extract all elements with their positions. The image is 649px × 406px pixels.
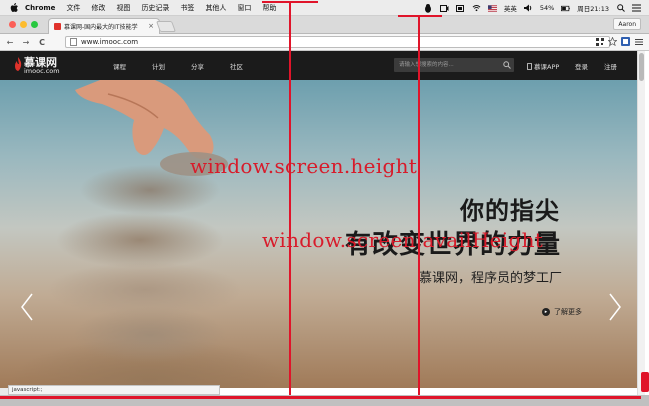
nav-share[interactable]: 分享 xyxy=(191,61,204,71)
menu-history[interactable]: 历史记录 xyxy=(141,3,169,13)
nav-community[interactable]: 社区 xyxy=(230,61,243,71)
logo-text-en: imooc.com xyxy=(24,67,60,75)
app-download-link[interactable]: 慕课APP xyxy=(527,61,559,71)
bottom-bar xyxy=(0,395,649,406)
penguin-icon[interactable] xyxy=(424,3,433,13)
scrollbar-thumb[interactable] xyxy=(639,53,644,81)
extension-icon[interactable] xyxy=(621,37,630,46)
hero-headline-1: 你的指尖 xyxy=(460,197,560,225)
battery-icon[interactable] xyxy=(561,4,571,13)
menu-icon[interactable] xyxy=(634,37,643,46)
spotlight-search-icon[interactable] xyxy=(616,4,625,13)
screen: Chrome 文件 修改 视图 历史记录 书签 其他人 窗口 帮助 英英 54%… xyxy=(0,0,649,406)
menu-help[interactable]: 帮助 xyxy=(262,3,276,13)
menu-edit[interactable]: 修改 xyxy=(91,3,105,13)
close-window-button[interactable] xyxy=(9,21,16,28)
qr-icon[interactable] xyxy=(595,37,604,46)
page-icon xyxy=(70,38,77,46)
menu-people[interactable]: 其他人 xyxy=(205,3,226,13)
site-navbar: 慕课网 imooc.com 课程 计划 分享 社区 请输入想搜索的内容... 慕… xyxy=(0,51,637,80)
next-slide-arrow[interactable] xyxy=(608,292,622,322)
clock[interactable]: 周日21:13 xyxy=(577,3,609,13)
hero-tagline: 慕课网，程序员的梦工厂 xyxy=(419,271,563,286)
prev-slide-arrow[interactable] xyxy=(20,292,34,322)
webpage: 慕课网 imooc.com 课程 计划 分享 社区 请输入想搜索的内容... 慕… xyxy=(0,51,637,388)
flag-icon[interactable] xyxy=(487,4,497,13)
avail-height-label: window.screen.availHeight xyxy=(262,228,544,252)
window-controls xyxy=(9,21,38,28)
screen-height-label: window.screen.height xyxy=(190,154,418,178)
menu-view[interactable]: 视图 xyxy=(116,3,130,13)
menu-chrome[interactable]: Chrome xyxy=(25,4,55,12)
wifi-icon[interactable] xyxy=(472,4,481,13)
avail-height-line xyxy=(418,15,420,399)
tab-title: 慕课网-国内最大的IT技能学 xyxy=(64,24,138,31)
notification-center-icon[interactable] xyxy=(632,4,641,13)
menu-window[interactable]: 窗口 xyxy=(237,3,251,13)
phone-icon xyxy=(527,63,532,70)
menu-file[interactable]: 文件 xyxy=(66,3,80,13)
nav-courses[interactable]: 课程 xyxy=(113,61,126,71)
new-tab-button[interactable] xyxy=(155,21,177,32)
status-bubble: javascript:; xyxy=(8,385,220,395)
apple-icon[interactable] xyxy=(9,2,19,13)
register-link[interactable]: 注册 xyxy=(604,61,617,71)
screen-bottom-marker xyxy=(0,396,641,399)
input-method-label[interactable]: 英英 xyxy=(504,3,517,13)
screen-record-icon[interactable] xyxy=(439,4,449,13)
bookmark-star-icon[interactable] xyxy=(608,37,617,46)
profile-button[interactable]: Aaron xyxy=(613,18,641,30)
status-area: 英英 54% 周日21:13 xyxy=(424,0,641,16)
learn-more-link[interactable]: ▸ 了解更多 xyxy=(542,307,582,317)
site-logo[interactable]: 慕课网 imooc.com xyxy=(14,54,74,76)
zoom-window-button[interactable] xyxy=(31,21,38,28)
favicon-icon xyxy=(54,23,61,30)
volume-icon[interactable] xyxy=(523,4,533,13)
back-button[interactable]: ← xyxy=(4,36,16,48)
tab-imooc[interactable]: 慕课网-国内最大的IT技能学 × xyxy=(48,18,160,34)
nav-plans[interactable]: 计划 xyxy=(152,61,165,71)
tab-strip: 慕课网-国内最大的IT技能学 × Aaron xyxy=(0,16,649,34)
screen-height-line xyxy=(289,1,291,399)
minimize-window-button[interactable] xyxy=(20,21,27,28)
tab-close-icon[interactable]: × xyxy=(148,22,154,30)
page-scrollbar[interactable] xyxy=(637,51,645,395)
browser-toolbar: ← → C www.imooc.com xyxy=(0,34,649,51)
url-text[interactable]: www.imooc.com xyxy=(81,38,138,46)
bottom-right-marker xyxy=(641,372,649,392)
learn-more-label: 了解更多 xyxy=(554,308,582,316)
login-link[interactable]: 登录 xyxy=(575,61,588,71)
address-bar[interactable]: www.imooc.com xyxy=(65,36,610,48)
battery-small-icon[interactable] xyxy=(455,4,465,13)
reload-button[interactable]: C xyxy=(36,36,48,48)
flame-logo-icon xyxy=(15,57,22,71)
play-circle-icon: ▸ xyxy=(542,308,550,316)
forward-button[interactable]: → xyxy=(20,36,32,48)
avail-top-marker xyxy=(398,15,442,17)
battery-percent[interactable]: 54% xyxy=(540,4,554,12)
app-link-label: 慕课APP xyxy=(534,63,560,71)
site-search-input[interactable]: 请输入想搜索的内容... xyxy=(394,58,514,72)
toolbar-right xyxy=(595,37,643,46)
menu-bar: Chrome 文件 修改 视图 历史记录 书签 其他人 窗口 帮助 英英 54%… xyxy=(0,0,649,16)
menu-bookmarks[interactable]: 书签 xyxy=(180,3,194,13)
search-icon[interactable] xyxy=(503,61,511,69)
search-placeholder: 请输入想搜索的内容... xyxy=(399,62,454,68)
